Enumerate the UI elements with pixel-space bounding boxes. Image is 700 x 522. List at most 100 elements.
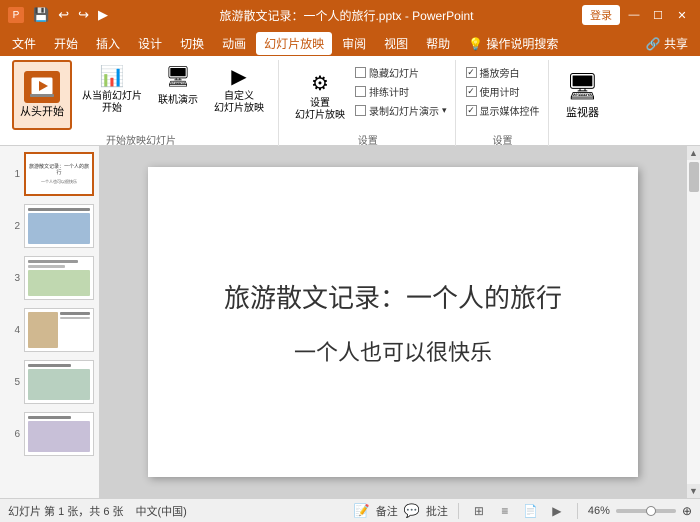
slide-thumb-4[interactable]: 4 xyxy=(4,306,95,354)
slide-thumb-6[interactable]: 6 xyxy=(4,410,95,458)
menu-share[interactable]: 🔗 共享 xyxy=(638,32,696,55)
comments-label[interactable]: 批注 xyxy=(426,503,448,519)
undo-button[interactable]: ↩ xyxy=(55,5,72,25)
zoom-fit-button[interactable]: ⊕ xyxy=(682,504,692,518)
play-narration-checkbox[interactable] xyxy=(466,67,477,78)
rehearse-timing-label: 排练计时 xyxy=(369,84,409,99)
menu-transitions[interactable]: 切换 xyxy=(172,32,212,55)
slide-num-2: 2 xyxy=(6,221,20,232)
custom-show-label: 自定义幻灯片放映 xyxy=(214,91,264,115)
menu-help[interactable]: 帮助 xyxy=(418,32,458,55)
menu-search[interactable]: 💡 操作说明搜索 xyxy=(460,32,566,55)
settings-button[interactable]: ⚙ 设置幻灯片放映 xyxy=(289,60,351,130)
outline-view-button[interactable]: ≡ xyxy=(495,502,515,520)
hide-slides-checkbox[interactable] xyxy=(355,67,366,78)
status-right: 📝 备注 💬 批注 ⊞ ≡ 📄 ▶ 46% ⊕ xyxy=(354,502,692,520)
menu-file[interactable]: 文件 xyxy=(4,32,44,55)
maximize-button[interactable]: ☐ xyxy=(648,6,668,24)
record-show-checkbox[interactable] xyxy=(355,105,366,116)
slide-thumbnail-1[interactable]: 旅游散文记录：一个人的旅行 一个人也可以很快乐 xyxy=(24,152,94,196)
custom-show-icon: ▶ xyxy=(231,64,246,89)
use-timing-row[interactable]: 使用计时 xyxy=(466,83,540,100)
scroll-down-arrow[interactable]: ▼ xyxy=(687,484,700,498)
login-button[interactable]: 登录 xyxy=(582,5,620,25)
slide-thumbnail-6[interactable] xyxy=(24,412,94,456)
slide-num-3: 3 xyxy=(6,273,20,284)
online-present-button[interactable]: 🖥 联机演示 xyxy=(152,60,204,110)
ribbon: 从头开始 📊 从当前幻灯片开始 🖥 联机演示 ▶ 自定义幻灯片放映 开始放映幻灯… xyxy=(0,56,700,146)
play-narration-row[interactable]: 播放旁白 xyxy=(466,64,540,81)
use-timing-checkbox[interactable] xyxy=(466,86,477,97)
redo-button[interactable]: ↪ xyxy=(75,5,92,25)
quick-access-toolbar: 💾 ↩ ↪ ▶ xyxy=(30,5,111,25)
show-media-controls-label: 显示媒体控件 xyxy=(480,103,540,118)
zoom-level: 46% xyxy=(588,505,610,517)
from-start-icon xyxy=(24,71,60,103)
menu-insert[interactable]: 插入 xyxy=(88,32,128,55)
from-start-button[interactable]: 从头开始 xyxy=(12,60,72,130)
window-controls: 登录 — ☐ ✕ xyxy=(582,5,692,25)
show-media-controls-checkbox[interactable] xyxy=(466,105,477,116)
divider xyxy=(458,503,459,519)
ribbon-group-playback: 播放旁白 使用计时 显示媒体控件 设置 xyxy=(458,60,549,149)
rehearse-timing-row[interactable]: 排练计时 xyxy=(355,83,447,100)
notes-label[interactable]: 备注 xyxy=(376,503,398,519)
slide-num-5: 5 xyxy=(6,377,20,388)
monitor-button[interactable]: 🖥 监视器 xyxy=(559,60,607,130)
slide-thumb-3[interactable]: 3 xyxy=(4,254,95,302)
slide-canvas-area: 旅游散文记录：一个人的旅行 一个人也可以很快乐 xyxy=(100,146,686,498)
slide-thumbnail-3[interactable] xyxy=(24,256,94,300)
divider2 xyxy=(577,503,578,519)
zoom-slider[interactable] xyxy=(616,509,676,513)
from-start-label: 从头开始 xyxy=(20,105,64,119)
slide-thumb-2[interactable]: 2 xyxy=(4,202,95,250)
menu-design[interactable]: 设计 xyxy=(130,32,170,55)
close-button[interactable]: ✕ xyxy=(672,6,692,24)
slide-canvas[interactable]: 旅游散文记录：一个人的旅行 一个人也可以很快乐 xyxy=(148,167,638,477)
slideshow-view-button[interactable]: ▶ xyxy=(547,502,567,520)
zoom-thumb[interactable] xyxy=(646,506,656,516)
notes-icon[interactable]: 📝 xyxy=(354,503,370,519)
slide-thumb-1[interactable]: 1 旅游散文记录：一个人的旅行 一个人也可以很快乐 xyxy=(4,150,95,198)
menu-review[interactable]: 审阅 xyxy=(334,32,374,55)
rehearse-timing-checkbox[interactable] xyxy=(355,86,366,97)
slide-thumbnail-5[interactable] xyxy=(24,360,94,404)
slide-thumb-5[interactable]: 5 xyxy=(4,358,95,406)
play-narration-label: 播放旁白 xyxy=(480,65,520,80)
slide-thumbnail-4[interactable] xyxy=(24,308,94,352)
page-info: 幻灯片 第 1 张，共 6 张 xyxy=(8,503,124,519)
scroll-thumb[interactable] xyxy=(689,162,699,192)
title-bar: P 💾 ↩ ↪ ▶ 旅游散文记录：一个人的旅行.pptx - PowerPoin… xyxy=(0,0,700,30)
normal-view-button[interactable]: ⊞ xyxy=(469,502,489,520)
from-current-label: 从当前幻灯片开始 xyxy=(82,91,142,115)
comments-icon[interactable]: 💬 xyxy=(404,503,420,519)
monitor-icon: 🖥 xyxy=(566,70,599,104)
present-button[interactable]: ▶ xyxy=(95,5,111,25)
menu-slideshow[interactable]: 幻灯片放映 xyxy=(256,32,332,55)
save-button[interactable]: 💾 xyxy=(30,5,52,25)
menu-view[interactable]: 视图 xyxy=(376,32,416,55)
menu-home[interactable]: 开始 xyxy=(46,32,86,55)
minimize-button[interactable]: — xyxy=(624,6,644,24)
record-dropdown-icon[interactable]: ▾ xyxy=(442,105,447,116)
from-current-button[interactable]: 📊 从当前幻灯片开始 xyxy=(76,60,148,119)
record-show-row[interactable]: 录制幻灯片演示 ▾ xyxy=(355,102,447,119)
menu-animations[interactable]: 动画 xyxy=(214,32,254,55)
menu-bar: 文件 开始 插入 设计 切换 动画 幻灯片放映 审阅 视图 帮助 💡 操作说明搜… xyxy=(0,30,700,56)
app-icon: P xyxy=(8,7,24,23)
scroll-up-arrow[interactable]: ▲ xyxy=(687,146,700,160)
group3-label: 设置 xyxy=(493,132,513,147)
show-media-controls-row[interactable]: 显示媒体控件 xyxy=(466,102,540,119)
right-scrollbar: ▲ ▼ xyxy=(686,146,700,498)
main-area: 1 旅游散文记录：一个人的旅行 一个人也可以很快乐 2 3 xyxy=(0,146,700,498)
slide-num-4: 4 xyxy=(6,325,20,336)
hide-slides-label: 隐藏幻灯片 xyxy=(369,65,419,80)
hide-slides-row[interactable]: 隐藏幻灯片 xyxy=(355,64,447,81)
reading-view-button[interactable]: 📄 xyxy=(521,502,541,520)
status-bar: 幻灯片 第 1 张，共 6 张 中文(中国) 📝 备注 💬 批注 ⊞ ≡ 📄 ▶… xyxy=(0,498,700,522)
ribbon-group-settings: ⚙ 设置幻灯片放映 隐藏幻灯片 排练计时 录制幻灯片演示 ▾ xyxy=(281,60,456,149)
slide-thumbnail-2[interactable] xyxy=(24,204,94,248)
custom-show-button[interactable]: ▶ 自定义幻灯片放映 xyxy=(208,60,270,119)
group1-label: 开始放映幻灯片 xyxy=(106,132,176,147)
online-present-label: 联机演示 xyxy=(158,91,198,106)
